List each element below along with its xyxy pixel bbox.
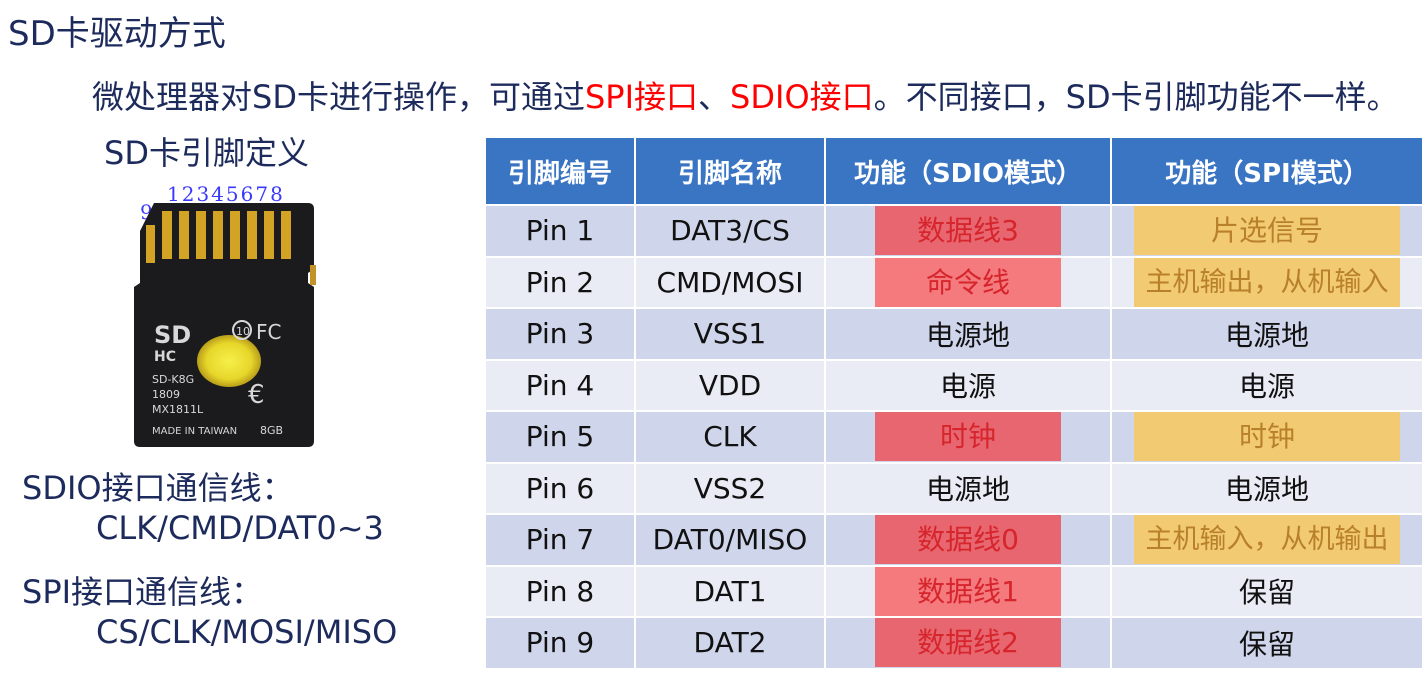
page-title: SD卡驱动方式 xyxy=(8,14,226,54)
card-code2-text: MX1811L xyxy=(152,403,204,416)
cell-spi: 保留 xyxy=(1110,564,1424,618)
cell-spi: 保留 xyxy=(1110,616,1424,670)
cell-name: DAT3/CS xyxy=(634,204,826,258)
cell-pin: Pin 7 xyxy=(484,513,636,567)
cell-pin: Pin 2 xyxy=(484,255,636,309)
cell-spi: 片选信号 xyxy=(1110,204,1424,258)
intro-sdio-highlight: SDIO接口 xyxy=(730,78,874,116)
cell-name: VDD xyxy=(634,358,826,412)
sdio-highlight: 数据线1 xyxy=(875,566,1061,616)
cell-sdio: 数据线0 xyxy=(824,513,1112,567)
cell-spi: 电源地 xyxy=(1110,461,1424,515)
svg-text:HC: HC xyxy=(154,349,176,365)
sdio-highlight: 数据线0 xyxy=(875,515,1061,565)
sdio-lines-block: SDIO接口通信线： CLK/CMD/DAT0~3 xyxy=(22,468,384,548)
sd-card-image: SD HC 10 FC € SD-K8G 1809 MX1811L MADE I… xyxy=(134,203,316,447)
cell-name: VSS1 xyxy=(634,307,826,361)
cell-spi: 时钟 xyxy=(1110,410,1424,464)
intro-separator: 、 xyxy=(698,78,731,116)
cell-sdio: 命令线 xyxy=(824,255,1112,309)
intro-suffix: 。不同接口，SD卡引脚功能不一样。 xyxy=(873,78,1399,116)
spi-lines-value: CS/CLK/MOSI/MISO xyxy=(96,613,398,651)
card-capacity-text: 8GB xyxy=(260,424,283,437)
cell-sdio: 电源 xyxy=(824,358,1112,412)
cell-pin: Pin 6 xyxy=(484,461,636,515)
intro-prefix: 微处理器对SD卡进行操作，可通过 xyxy=(92,78,585,116)
cell-spi: 主机输出，从机输入 xyxy=(1110,255,1424,309)
svg-text:10: 10 xyxy=(236,325,250,338)
cell-sdio: 数据线3 xyxy=(824,204,1112,258)
spi-lines-block: SPI接口通信线： CS/CLK/MOSI/MISO xyxy=(22,572,397,652)
spi-highlight: 主机输入，从机输出 xyxy=(1134,515,1400,565)
table-row: Pin 4 VDD 电源 电源 xyxy=(484,358,1424,412)
card-model-text: SD-K8G xyxy=(152,373,194,386)
card-code1-text: 1809 xyxy=(152,388,180,401)
header-pin-number: 引脚编号 xyxy=(484,136,636,206)
table-row: Pin 2 CMD/MOSI 命令线 主机输出，从机输入 xyxy=(484,255,1424,309)
sd-logo: SD xyxy=(154,321,191,349)
intro-text: 微处理器对SD卡进行操作，可通过SPI接口、SDIO接口。不同接口，SD卡引脚功… xyxy=(92,72,1399,118)
sdio-highlight: 命令线 xyxy=(875,257,1061,307)
cell-pin: Pin 9 xyxy=(484,616,636,670)
table-row: Pin 1 DAT3/CS 数据线3 片选信号 xyxy=(484,204,1424,258)
cell-sdio: 时钟 xyxy=(824,410,1112,464)
cell-spi: 电源 xyxy=(1110,358,1424,412)
sdio-lines-label: SDIO接口通信线： xyxy=(22,469,294,507)
sdio-highlight: 数据线3 xyxy=(875,206,1061,256)
spi-highlight: 主机输出，从机输入 xyxy=(1134,257,1400,307)
spi-highlight: 片选信号 xyxy=(1134,206,1400,256)
spi-highlight: 时钟 xyxy=(1134,412,1400,462)
table-header-row: 引脚编号 引脚名称 功能（SDIO模式） 功能（SPI模式） xyxy=(484,136,1424,206)
cell-name: DAT0/MISO xyxy=(634,513,826,567)
table-row: Pin 3 VSS1 电源地 电源地 xyxy=(484,307,1424,361)
table-row: Pin 7 DAT0/MISO 数据线0 主机输入，从机输出 xyxy=(484,513,1424,567)
cell-spi: 主机输入，从机输出 xyxy=(1110,513,1424,567)
table-row: Pin 5 CLK 时钟 时钟 xyxy=(484,410,1424,464)
cell-spi: 电源地 xyxy=(1110,307,1424,361)
sdio-highlight: 数据线2 xyxy=(875,618,1061,668)
sdio-highlight: 时钟 xyxy=(875,412,1061,462)
cell-pin: Pin 3 xyxy=(484,307,636,361)
cell-sdio: 电源地 xyxy=(824,307,1112,361)
cell-sdio: 电源地 xyxy=(824,461,1112,515)
cell-name: CLK xyxy=(634,410,826,464)
header-sdio-function: 功能（SDIO模式） xyxy=(824,136,1112,206)
pin-definition-heading: SD卡引脚定义 xyxy=(104,134,309,172)
intro-spi-highlight: SPI接口 xyxy=(584,78,699,116)
header-spi-function: 功能（SPI模式） xyxy=(1110,136,1424,206)
sdio-lines-value: CLK/CMD/DAT0~3 xyxy=(96,509,384,547)
spi-lines-label: SPI接口通信线： xyxy=(22,573,264,611)
cell-name: VSS2 xyxy=(634,461,826,515)
cell-pin: Pin 5 xyxy=(484,410,636,464)
table-row: Pin 9 DAT2 数据线2 保留 xyxy=(484,616,1424,670)
svg-text:FC: FC xyxy=(256,320,281,344)
cell-name: CMD/MOSI xyxy=(634,255,826,309)
table-row: Pin 8 DAT1 数据线1 保留 xyxy=(484,564,1424,618)
cell-pin: Pin 8 xyxy=(484,564,636,618)
pin-function-table: 引脚编号 引脚名称 功能（SDIO模式） 功能（SPI模式） Pin 1 DAT… xyxy=(484,136,1424,670)
cell-name: DAT1 xyxy=(634,564,826,618)
cell-sdio: 数据线1 xyxy=(824,564,1112,618)
cell-pin: Pin 1 xyxy=(484,204,636,258)
cell-sdio: 数据线2 xyxy=(824,616,1112,670)
header-pin-name: 引脚名称 xyxy=(634,136,826,206)
svg-text:€: € xyxy=(248,380,265,410)
table-row: Pin 6 VSS2 电源地 电源地 xyxy=(484,461,1424,515)
cell-pin: Pin 4 xyxy=(484,358,636,412)
card-origin-text: MADE IN TAIWAN xyxy=(152,426,237,437)
cell-name: DAT2 xyxy=(634,616,826,670)
